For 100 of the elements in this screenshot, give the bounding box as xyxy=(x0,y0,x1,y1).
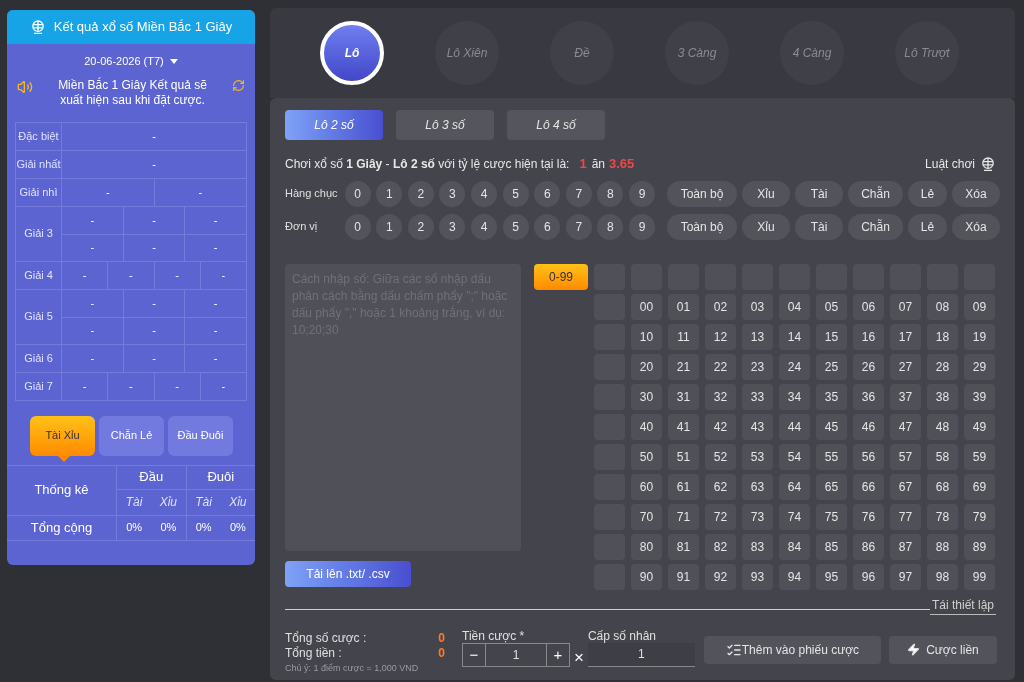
stat-tab[interactable]: Đầu Đuôi xyxy=(168,415,233,456)
quick-select-button[interactable]: Toàn bộ xyxy=(667,180,737,207)
number-button[interactable]: 67 xyxy=(890,473,921,500)
quick-select-button[interactable]: Xỉu xyxy=(742,213,790,240)
number-button[interactable]: 40 xyxy=(631,413,662,440)
number-button[interactable]: 71 xyxy=(668,503,699,530)
digit-button[interactable]: 6 xyxy=(534,213,561,240)
number-button[interactable]: 49 xyxy=(964,413,995,440)
number-button[interactable]: 06 xyxy=(853,293,884,320)
quick-select-button[interactable]: Xỉu xyxy=(742,180,790,207)
number-button[interactable]: 52 xyxy=(705,443,736,470)
digit-button[interactable]: 1 xyxy=(376,180,403,207)
bet-type-tab[interactable]: Lô 2 số xyxy=(285,110,383,140)
number-button[interactable]: 91 xyxy=(668,563,699,590)
digit-button[interactable]: 5 xyxy=(502,180,529,207)
number-button[interactable]: 42 xyxy=(705,413,736,440)
number-button[interactable]: 73 xyxy=(742,503,773,530)
number-button[interactable]: 13 xyxy=(742,323,773,350)
number-button[interactable]: 87 xyxy=(890,533,921,560)
number-button[interactable]: 97 xyxy=(890,563,921,590)
quick-select-button[interactable]: Chẵn xyxy=(848,213,903,240)
number-button[interactable]: 77 xyxy=(890,503,921,530)
number-button[interactable]: 26 xyxy=(853,353,884,380)
number-button[interactable]: 62 xyxy=(705,473,736,500)
number-button[interactable]: 69 xyxy=(964,473,995,500)
number-button[interactable]: 11 xyxy=(668,323,699,350)
digit-button[interactable]: 4 xyxy=(471,213,498,240)
bet-type-tab[interactable]: Lô 3 số xyxy=(396,110,494,140)
number-button[interactable]: 96 xyxy=(853,563,884,590)
number-button[interactable]: 55 xyxy=(816,443,847,470)
digit-button[interactable]: 2 xyxy=(407,213,434,240)
digit-button[interactable]: 2 xyxy=(407,180,434,207)
quick-select-button[interactable]: Tài xyxy=(795,213,843,240)
number-button[interactable]: 37 xyxy=(890,383,921,410)
number-button[interactable]: 05 xyxy=(816,293,847,320)
digit-button[interactable]: 0 xyxy=(344,180,371,207)
number-button[interactable]: 32 xyxy=(705,383,736,410)
number-button[interactable]: 65 xyxy=(816,473,847,500)
number-button[interactable]: 66 xyxy=(853,473,884,500)
number-button[interactable]: 58 xyxy=(927,443,958,470)
number-button[interactable]: 53 xyxy=(742,443,773,470)
number-button[interactable]: 28 xyxy=(927,353,958,380)
digit-button[interactable]: 4 xyxy=(471,180,498,207)
quick-select-button[interactable]: Toàn bộ xyxy=(667,213,737,240)
date-dropdown[interactable]: 20-06-2026 (T7) xyxy=(84,53,178,70)
number-button[interactable]: 95 xyxy=(816,563,847,590)
number-button[interactable]: 41 xyxy=(668,413,699,440)
number-button[interactable]: 44 xyxy=(779,413,810,440)
speaker-icon[interactable] xyxy=(17,78,33,95)
number-button[interactable]: 89 xyxy=(964,533,995,560)
number-button[interactable]: 20 xyxy=(631,353,662,380)
number-button[interactable]: 74 xyxy=(779,503,810,530)
bet-type-tab[interactable]: Lô 4 số xyxy=(507,110,605,140)
number-button[interactable]: 94 xyxy=(779,563,810,590)
number-button[interactable]: 02 xyxy=(705,293,736,320)
reset-link[interactable]: Tái thiết lập xyxy=(929,595,996,615)
digit-button[interactable]: 3 xyxy=(439,213,466,240)
number-button[interactable]: 21 xyxy=(668,353,699,380)
quick-select-button[interactable]: Chẵn xyxy=(848,180,903,207)
quick-select-button[interactable]: Tài xyxy=(795,180,843,207)
number-button[interactable]: 14 xyxy=(779,323,810,350)
number-button[interactable]: 01 xyxy=(668,293,699,320)
number-button[interactable]: 88 xyxy=(927,533,958,560)
number-button[interactable]: 82 xyxy=(705,533,736,560)
quick-bet-button[interactable]: Cược liền xyxy=(888,635,997,664)
number-button[interactable]: 46 xyxy=(853,413,884,440)
decrease-button[interactable]: − xyxy=(462,642,486,667)
number-button[interactable]: 57 xyxy=(890,443,921,470)
number-button[interactable]: 72 xyxy=(705,503,736,530)
number-button[interactable]: 24 xyxy=(779,353,810,380)
number-button[interactable]: 38 xyxy=(927,383,958,410)
number-button[interactable]: 25 xyxy=(816,353,847,380)
number-button[interactable]: 86 xyxy=(853,533,884,560)
number-button[interactable]: 36 xyxy=(853,383,884,410)
number-button[interactable]: 54 xyxy=(779,443,810,470)
number-button[interactable]: 12 xyxy=(705,323,736,350)
number-button[interactable]: 81 xyxy=(668,533,699,560)
number-button[interactable]: 76 xyxy=(853,503,884,530)
number-button[interactable]: 34 xyxy=(779,383,810,410)
number-button[interactable]: 33 xyxy=(742,383,773,410)
number-button[interactable]: 07 xyxy=(890,293,921,320)
number-button[interactable]: 79 xyxy=(964,503,995,530)
number-button[interactable]: 15 xyxy=(816,323,847,350)
digit-button[interactable]: 9 xyxy=(629,213,655,240)
number-button[interactable]: 78 xyxy=(927,503,958,530)
number-button[interactable]: 17 xyxy=(890,323,921,350)
number-button[interactable]: 63 xyxy=(742,473,773,500)
digit-button[interactable]: 9 xyxy=(629,180,655,207)
number-button[interactable]: 39 xyxy=(964,383,995,410)
number-button[interactable]: 30 xyxy=(631,383,662,410)
number-button[interactable]: 22 xyxy=(705,353,736,380)
game-type-tab[interactable]: Lô xyxy=(320,21,384,85)
number-button[interactable]: 92 xyxy=(705,563,736,590)
digit-button[interactable]: 5 xyxy=(502,213,529,240)
number-button[interactable]: 09 xyxy=(964,293,995,320)
number-button[interactable]: 56 xyxy=(853,443,884,470)
number-button[interactable]: 93 xyxy=(742,563,773,590)
number-button[interactable]: 83 xyxy=(742,533,773,560)
number-button[interactable]: 51 xyxy=(668,443,699,470)
quick-select-button[interactable]: Xóa xyxy=(952,213,1000,240)
